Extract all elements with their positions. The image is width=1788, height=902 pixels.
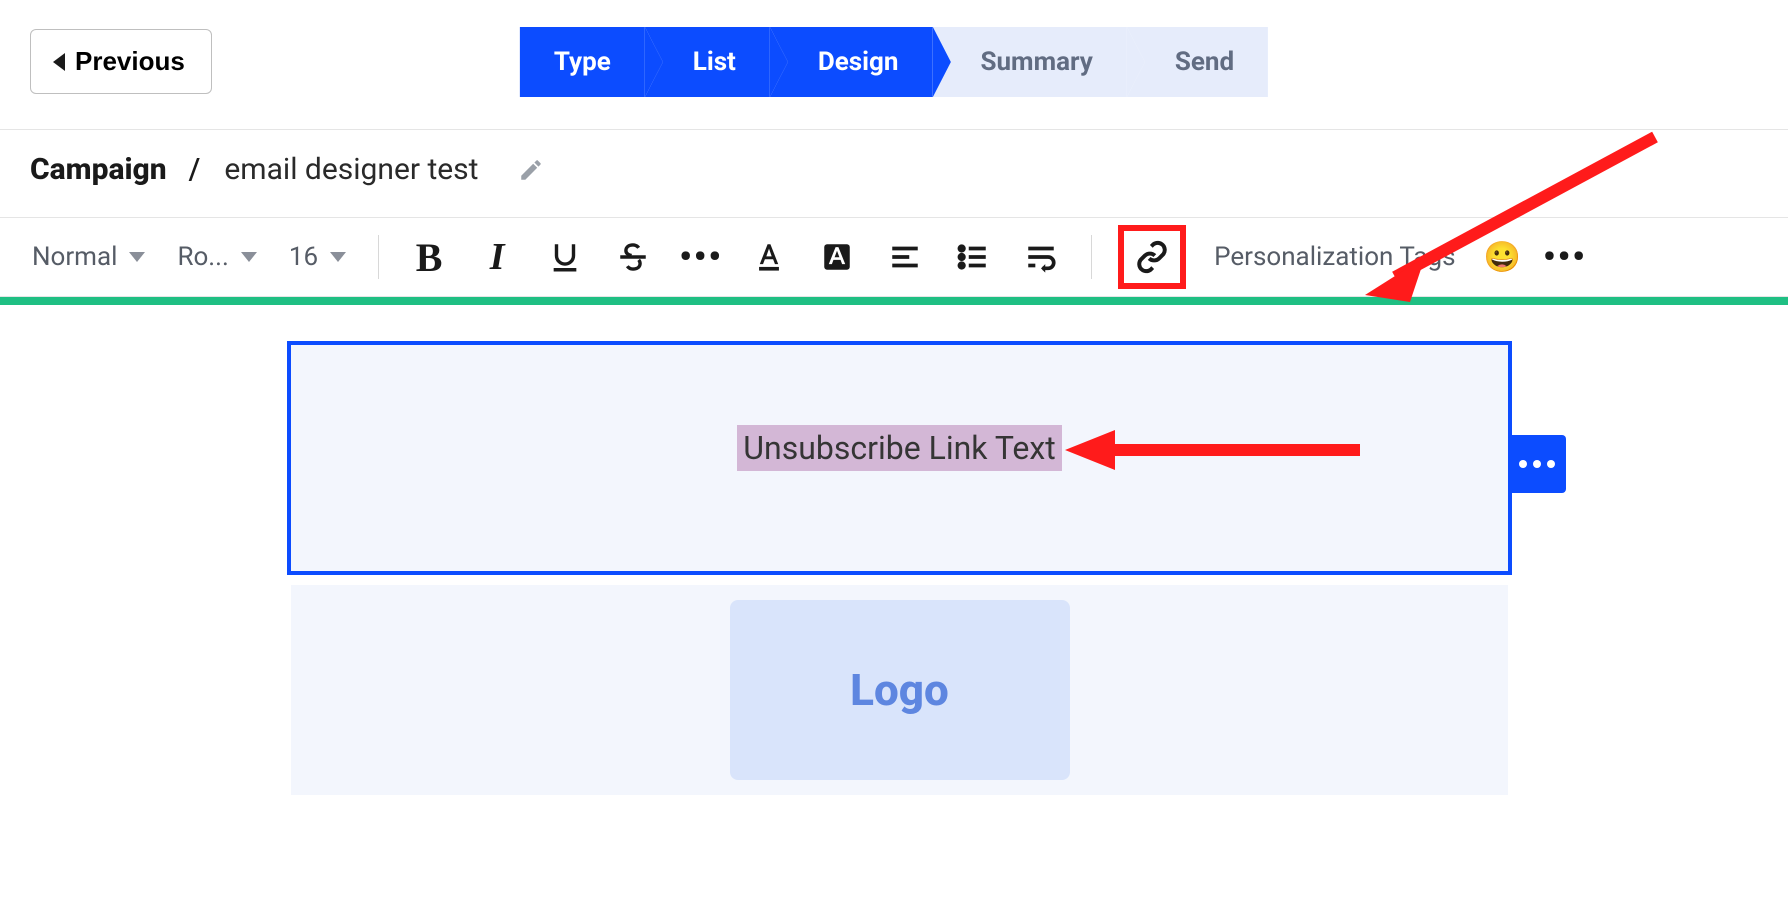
strikethrough-button[interactable] <box>609 233 657 281</box>
editor-toolbar: Normal Ro... 16 B I ••• Personalization … <box>0 217 1788 297</box>
logo-placeholder[interactable]: Logo <box>730 600 1070 780</box>
bold-button[interactable]: B <box>405 233 453 281</box>
accent-bar <box>0 297 1788 305</box>
breadcrumb: Campaign / email designer test <box>0 130 1788 217</box>
underline-button[interactable] <box>541 233 589 281</box>
top-bar: Previous Type List Design Summary Send <box>0 0 1788 130</box>
editor-canvas[interactable]: Unsubscribe Link Text Logo <box>0 305 1788 899</box>
previous-label: Previous <box>75 46 185 77</box>
toolbar-divider <box>378 235 379 279</box>
textwrap-button[interactable] <box>1017 233 1065 281</box>
chevron-down-icon <box>129 252 145 262</box>
step-send[interactable]: Send <box>1127 27 1268 97</box>
toolbar-overflow-button[interactable]: ••• <box>1541 233 1589 281</box>
highlight-color-button[interactable] <box>813 233 861 281</box>
caret-left-icon <box>53 53 65 71</box>
list-button[interactable] <box>949 233 997 281</box>
chevron-down-icon <box>330 252 346 262</box>
more-formatting-button[interactable]: ••• <box>677 233 725 281</box>
text-color-button[interactable] <box>745 233 793 281</box>
toolbar-divider <box>1091 235 1092 279</box>
align-button[interactable] <box>881 233 929 281</box>
logo-block[interactable]: Logo <box>291 585 1508 795</box>
font-select[interactable]: Ro... <box>171 238 262 276</box>
step-list[interactable]: List <box>645 27 770 97</box>
breadcrumb-root: Campaign <box>30 152 167 187</box>
step-summary[interactable]: Summary <box>932 27 1126 97</box>
chevron-down-icon <box>241 252 257 262</box>
edit-name-icon[interactable] <box>518 157 544 183</box>
step-type[interactable]: Type <box>520 27 645 97</box>
previous-button[interactable]: Previous <box>30 29 212 94</box>
breadcrumb-name: email designer test <box>224 152 478 187</box>
link-button[interactable] <box>1128 233 1176 281</box>
personalization-tags-button[interactable]: Personalization Tags <box>1206 242 1463 272</box>
selected-text-block[interactable]: Unsubscribe Link Text <box>287 341 1512 575</box>
link-button-highlight <box>1118 225 1186 289</box>
wizard-steps: Type List Design Summary Send <box>520 27 1268 97</box>
fontsize-select[interactable]: 16 <box>283 238 352 276</box>
emoji-button[interactable]: 😀 <box>1484 240 1521 275</box>
selected-text[interactable]: Unsubscribe Link Text <box>737 425 1061 471</box>
block-options-button[interactable] <box>1508 435 1566 493</box>
breadcrumb-separator: / <box>189 152 201 187</box>
step-design[interactable]: Design <box>770 27 933 97</box>
italic-button[interactable]: I <box>473 233 521 281</box>
style-select[interactable]: Normal <box>26 238 151 276</box>
